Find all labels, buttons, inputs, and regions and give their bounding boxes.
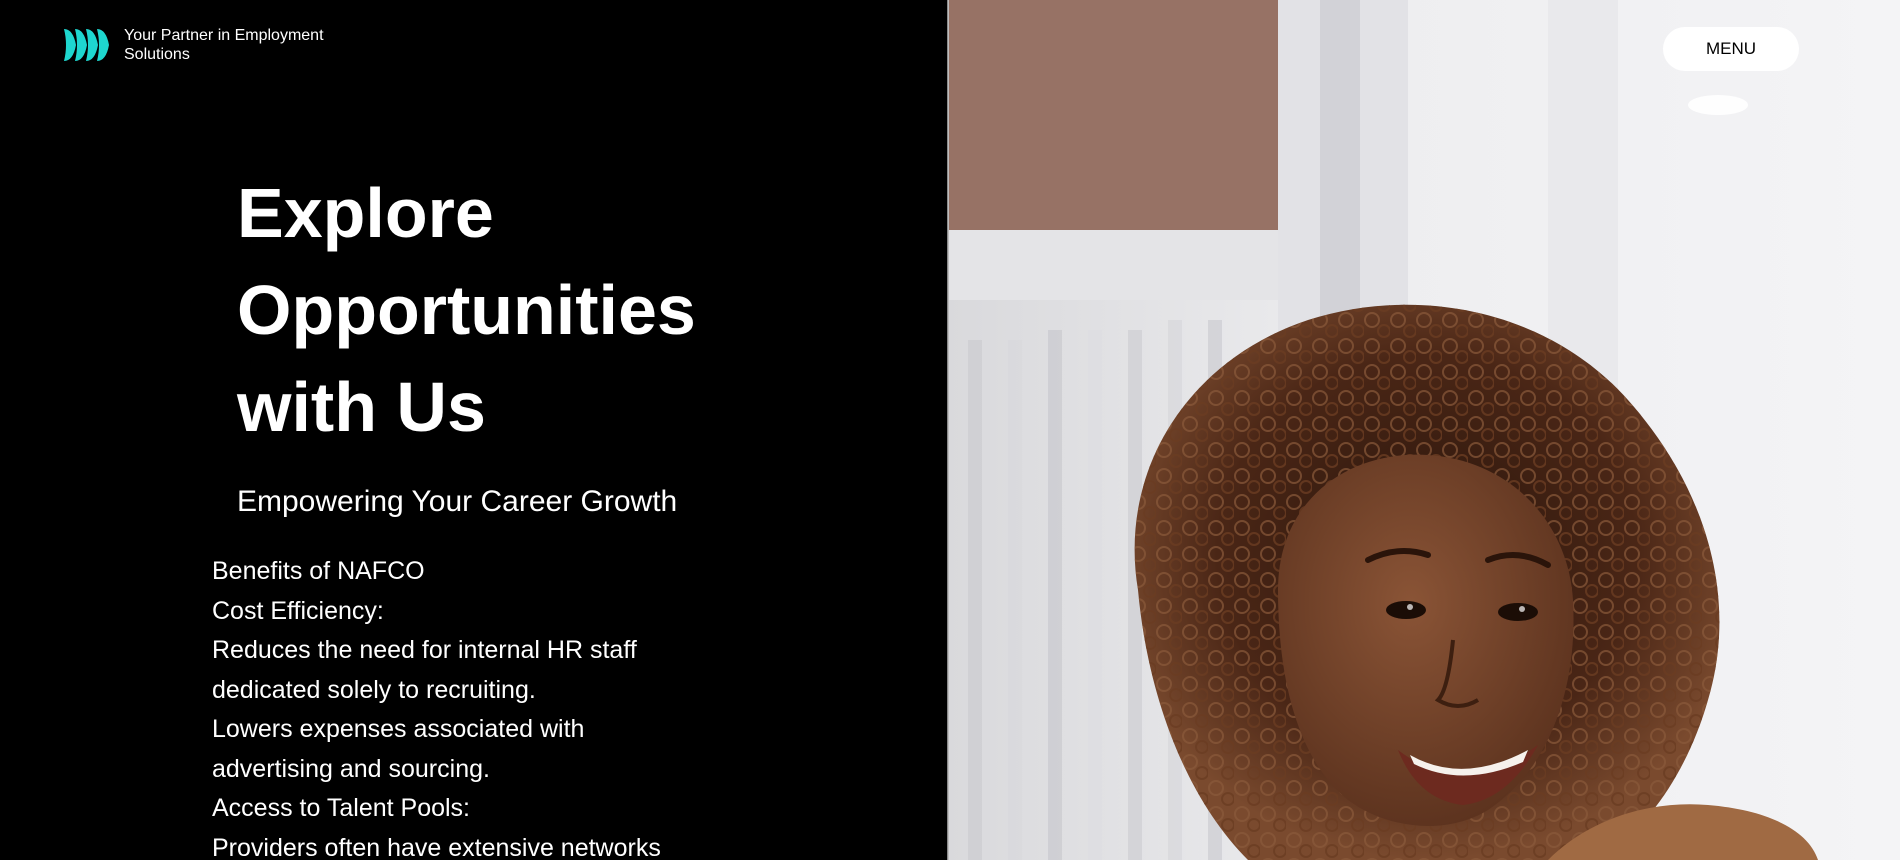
logo-chevrons-icon [64,29,109,61]
benefits-section: Benefits of NAFCO Cost Efficiency: Reduc… [212,552,682,860]
landing-page: Your Partner in Employment Solutions Exp… [0,0,1900,860]
brand-logo[interactable]: Your Partner in Employment Solutions [64,26,354,64]
brand-tagline: Your Partner in Employment Solutions [124,27,324,63]
benefit-line: Cost Efficiency: [212,596,384,625]
hero-title: Explore Opportunities with Us [237,174,696,446]
hero-subtitle: Empowering Your Career Growth [237,485,678,518]
benefits-heading: Benefits of NAFCO [212,557,425,585]
benefit-line: Reduces the need for internal HR staff d… [212,636,637,704]
benefit-line: Providers often have extensive networks [212,833,661,860]
benefit-line: Access to Talent Pools: [212,794,471,822]
menu-button[interactable]: MENU [1663,27,1799,71]
hero-image-panel [948,0,1900,860]
smiling-woman-photo [948,0,1900,860]
hero-left-panel: Your Partner in Employment Solutions Exp… [0,0,948,860]
benefit-line: Lowers expenses associated with advertis… [212,715,585,783]
